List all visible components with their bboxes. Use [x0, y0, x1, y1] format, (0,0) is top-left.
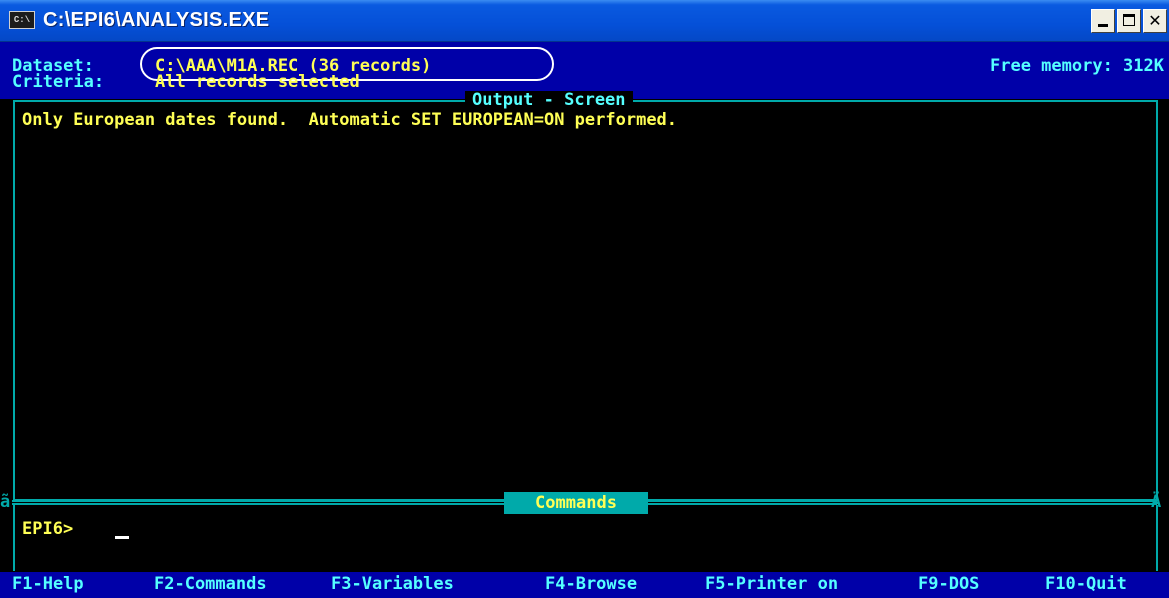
output-line: Only European dates found. Automatic SET…: [22, 110, 678, 130]
divider-left-glyph: ã: [0, 492, 11, 512]
f10-quit-key[interactable]: F10-Quit: [1045, 575, 1127, 594]
f2-commands-key[interactable]: F2-Commands: [154, 575, 267, 594]
command-prompt[interactable]: EPI6>: [22, 520, 73, 539]
f3-variables-key[interactable]: F3-Variables: [331, 575, 454, 594]
minimize-icon: [1098, 24, 1108, 27]
window-title: C:\EPI6\ANALYSIS.EXE: [43, 9, 270, 31]
text-cursor[interactable]: [115, 536, 129, 539]
output-title: Output - Screen: [465, 91, 633, 110]
criteria-label: Criteria:: [12, 72, 105, 92]
f9-dos-key[interactable]: F9-DOS: [918, 575, 979, 594]
console-icon[interactable]: C:\: [9, 11, 35, 29]
commands-panel: [13, 505, 1158, 571]
f4-browse-key[interactable]: F4-Browse: [545, 575, 637, 594]
maximize-button[interactable]: [1117, 9, 1141, 33]
close-icon: ✕: [1148, 11, 1162, 30]
console-area: Dataset: C:\AAA\M1A.REC (36 records) Cri…: [0, 42, 1169, 598]
maximize-icon: [1123, 14, 1135, 26]
minimize-button[interactable]: [1091, 9, 1115, 33]
f5-printer-key[interactable]: F5-Printer on: [705, 575, 838, 594]
close-button[interactable]: ✕: [1143, 9, 1167, 33]
criteria-value: All records selected: [155, 72, 360, 92]
free-memory: Free memory: 312K: [990, 56, 1164, 76]
output-panel: [13, 100, 1158, 501]
f1-help-key[interactable]: F1-Help: [12, 575, 84, 594]
title-bar[interactable]: C:\ C:\EPI6\ANALYSIS.EXE ✕: [0, 0, 1169, 42]
